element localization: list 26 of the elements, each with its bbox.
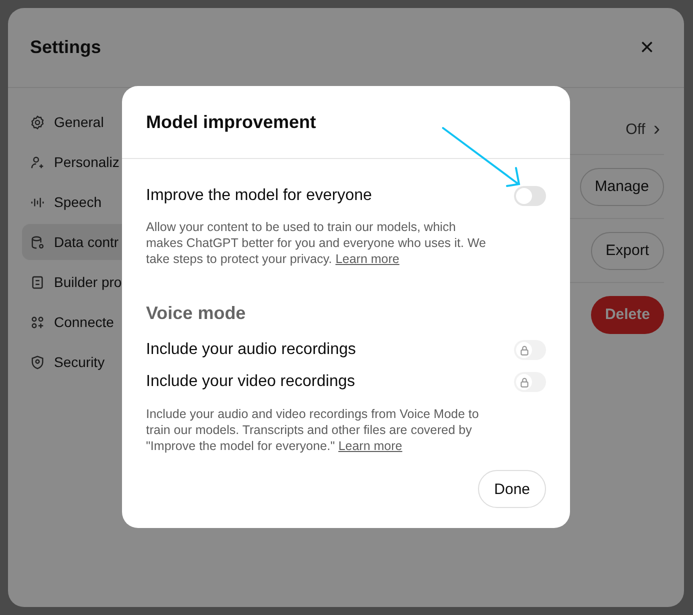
dialog-title: Model improvement xyxy=(122,86,570,159)
done-button[interactable]: Done xyxy=(478,470,546,508)
toggle-label: Include your video recordings xyxy=(146,373,356,391)
chevron-icon[interactable]: › xyxy=(653,118,664,140)
data-icon xyxy=(30,234,45,250)
toggle-label: Include your audio recordings xyxy=(146,341,356,359)
apps-icon xyxy=(30,314,45,330)
shield-icon xyxy=(30,354,45,370)
toggle-switch[interactable] xyxy=(514,186,546,206)
section-heading: Voice mode xyxy=(146,303,247,324)
toggle-switch[interactable] xyxy=(514,340,546,360)
learn-more-link[interactable]: Learn more xyxy=(338,439,402,453)
sidebar-item[interactable]: Builder pro xyxy=(22,264,172,300)
setting-value: Off xyxy=(626,120,646,138)
gear-icon xyxy=(30,114,45,130)
description-text: Include your audio and video recordings from Voice Mode to train our models. Transcripts and other files are covered by "Improve the model for everyone." Learn more xyxy=(146,406,480,454)
badge-icon xyxy=(30,274,45,290)
row-button[interactable]: Export xyxy=(590,232,664,270)
close-button[interactable]: × xyxy=(634,36,660,60)
toggle-label: Improve the model for everyone xyxy=(146,187,372,205)
settings-title: Settings xyxy=(30,37,102,58)
learn-more-link[interactable]: Learn more xyxy=(335,252,400,266)
delete-button[interactable]: Delete xyxy=(590,296,664,334)
row-button[interactable]: Manage xyxy=(580,168,664,206)
toggle-switch[interactable] xyxy=(514,372,546,392)
person-icon xyxy=(30,154,45,170)
